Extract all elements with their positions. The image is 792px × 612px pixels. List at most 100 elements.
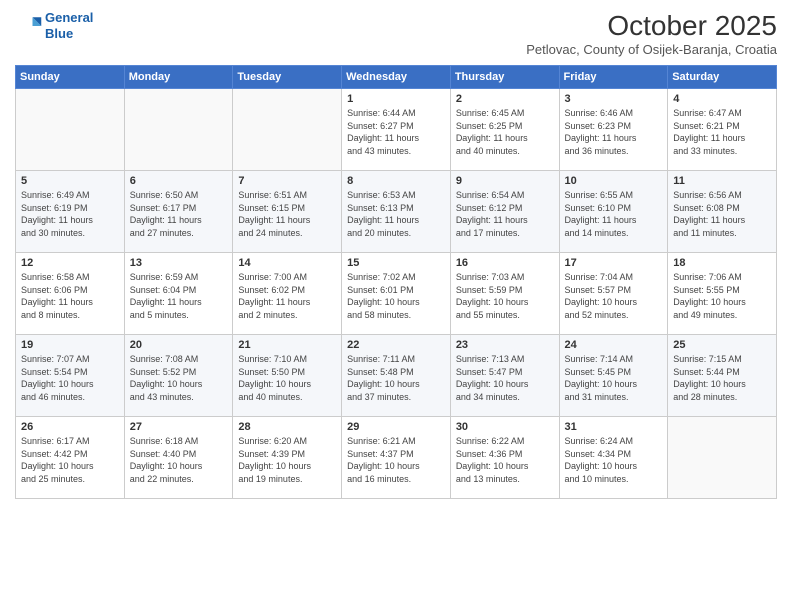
calendar-cell: 16Sunrise: 7:03 AM Sunset: 5:59 PM Dayli… [450, 253, 559, 335]
day-number: 9 [456, 175, 554, 187]
day-info: Sunrise: 7:10 AM Sunset: 5:50 PM Dayligh… [238, 353, 336, 403]
logo-text: General Blue [45, 10, 93, 41]
calendar-cell: 20 Sunrise: 7:08 AM Sunset: 5:52 PM Dayli… [124, 335, 233, 417]
day-info: Sunrise: 6:59 AM Sunset: 6:04 PM Dayligh… [130, 271, 228, 321]
calendar-cell: 21 Sunrise: 7:10 AM Sunset: 5:50 PM Dayli… [233, 335, 342, 417]
calendar-cell: 15Sunrise: 7:02 AM Sunset: 6:01 PM Dayli… [342, 253, 451, 335]
header: General Blue October 2025 Petlovac, Coun… [15, 10, 777, 57]
calendar-cell: 18 Sunrise: 7:06 AM Sunset: 5:55 PM Dayli… [668, 253, 777, 335]
day-number: 7 [238, 175, 336, 187]
day-number: 21 [238, 339, 336, 351]
calendar-cell: 28 Sunrise: 6:20 AM Sunset: 4:39 PM Dayli… [233, 417, 342, 499]
day-number: 6 [130, 175, 228, 187]
day-info: Sunrise: 7:07 AM Sunset: 5:54 PM Dayligh… [21, 353, 119, 403]
day-number: 18 [673, 257, 771, 269]
logo-icon [15, 12, 43, 40]
day-info: Sunrise: 6:17 AM Sunset: 4:42 PM Dayligh… [21, 435, 119, 485]
day-info: Sunrise: 7:15 AM Sunset: 5:44 PM Dayligh… [673, 353, 771, 403]
day-number: 10 [565, 175, 663, 187]
day-info: Sunrise: 6:50 AM Sunset: 6:17 PM Dayligh… [130, 189, 228, 239]
day-info: Sunrise: 6:22 AM Sunset: 4:36 PM Dayligh… [456, 435, 554, 485]
day-info: Sunrise: 6:47 AM Sunset: 6:21 PM Dayligh… [673, 107, 771, 157]
calendar-week-4: 19 Sunrise: 7:07 AM Sunset: 5:54 PM Dayli… [16, 335, 777, 417]
day-info: Sunrise: 7:08 AM Sunset: 5:52 PM Dayligh… [130, 353, 228, 403]
day-number: 20 [130, 339, 228, 351]
day-info: Sunrise: 6:49 AM Sunset: 6:19 PM Dayligh… [21, 189, 119, 239]
day-number: 19 [21, 339, 119, 351]
col-wednesday: Wednesday [342, 66, 451, 89]
calendar-week-3: 12 Sunrise: 6:58 AM Sunset: 6:06 PM Dayli… [16, 253, 777, 335]
calendar-cell: 10 Sunrise: 6:55 AM Sunset: 6:10 PM Dayli… [559, 171, 668, 253]
day-number: 4 [673, 93, 771, 105]
calendar-cell: 31Sunrise: 6:24 AM Sunset: 4:34 PM Dayli… [559, 417, 668, 499]
calendar-cell: 2 Sunrise: 6:45 AM Sunset: 6:25 PM Daylig… [450, 89, 559, 171]
location-subtitle: Petlovac, County of Osijek-Baranja, Croa… [526, 42, 777, 57]
day-info: Sunrise: 6:51 AM Sunset: 6:15 PM Dayligh… [238, 189, 336, 239]
day-info: Sunrise: 7:04 AM Sunset: 5:57 PM Dayligh… [565, 271, 663, 321]
page: General Blue October 2025 Petlovac, Coun… [0, 0, 792, 612]
col-saturday: Saturday [668, 66, 777, 89]
col-monday: Monday [124, 66, 233, 89]
calendar-cell [124, 89, 233, 171]
col-thursday: Thursday [450, 66, 559, 89]
day-number: 29 [347, 421, 445, 433]
day-info: Sunrise: 6:58 AM Sunset: 6:06 PM Dayligh… [21, 271, 119, 321]
calendar-cell: 25 Sunrise: 7:15 AM Sunset: 5:44 PM Dayli… [668, 335, 777, 417]
calendar-cell: 26Sunrise: 6:17 AM Sunset: 4:42 PM Dayli… [16, 417, 125, 499]
day-number: 2 [456, 93, 554, 105]
calendar-week-1: 1 Sunrise: 6:44 AM Sunset: 6:27 PM Daylig… [16, 89, 777, 171]
day-number: 25 [673, 339, 771, 351]
day-number: 22 [347, 339, 445, 351]
day-info: Sunrise: 6:46 AM Sunset: 6:23 PM Dayligh… [565, 107, 663, 157]
day-number: 5 [21, 175, 119, 187]
day-number: 1 [347, 93, 445, 105]
calendar-cell: 23 Sunrise: 7:13 AM Sunset: 5:47 PM Dayli… [450, 335, 559, 417]
day-number: 27 [130, 421, 228, 433]
day-info: Sunrise: 6:55 AM Sunset: 6:10 PM Dayligh… [565, 189, 663, 239]
calendar-cell: 17 Sunrise: 7:04 AM Sunset: 5:57 PM Dayli… [559, 253, 668, 335]
day-info: Sunrise: 6:44 AM Sunset: 6:27 PM Dayligh… [347, 107, 445, 157]
calendar-cell: 14 Sunrise: 7:00 AM Sunset: 6:02 PM Dayli… [233, 253, 342, 335]
day-info: Sunrise: 6:53 AM Sunset: 6:13 PM Dayligh… [347, 189, 445, 239]
calendar-cell: 19 Sunrise: 7:07 AM Sunset: 5:54 PM Dayli… [16, 335, 125, 417]
day-info: Sunrise: 7:14 AM Sunset: 5:45 PM Dayligh… [565, 353, 663, 403]
day-info: Sunrise: 7:00 AM Sunset: 6:02 PM Dayligh… [238, 271, 336, 321]
day-number: 14 [238, 257, 336, 269]
calendar: Sunday Monday Tuesday Wednesday Thursday… [15, 65, 777, 499]
calendar-cell: 12 Sunrise: 6:58 AM Sunset: 6:06 PM Dayli… [16, 253, 125, 335]
day-info: Sunrise: 7:11 AM Sunset: 5:48 PM Dayligh… [347, 353, 445, 403]
col-tuesday: Tuesday [233, 66, 342, 89]
calendar-cell [668, 417, 777, 499]
day-info: Sunrise: 6:45 AM Sunset: 6:25 PM Dayligh… [456, 107, 554, 157]
day-number: 12 [21, 257, 119, 269]
calendar-cell: 13 Sunrise: 6:59 AM Sunset: 6:04 PM Dayli… [124, 253, 233, 335]
calendar-cell [233, 89, 342, 171]
day-number: 23 [456, 339, 554, 351]
day-info: Sunrise: 7:03 AM Sunset: 5:59 PM Dayligh… [456, 271, 554, 321]
calendar-week-2: 5 Sunrise: 6:49 AM Sunset: 6:19 PM Daylig… [16, 171, 777, 253]
calendar-cell: 22 Sunrise: 7:11 AM Sunset: 5:48 PM Dayli… [342, 335, 451, 417]
day-number: 17 [565, 257, 663, 269]
day-number: 13 [130, 257, 228, 269]
day-info: Sunrise: 7:13 AM Sunset: 5:47 PM Dayligh… [456, 353, 554, 403]
day-info: Sunrise: 7:02 AM Sunset: 6:01 PM Dayligh… [347, 271, 445, 321]
day-number: 31 [565, 421, 663, 433]
day-info: Sunrise: 6:56 AM Sunset: 6:08 PM Dayligh… [673, 189, 771, 239]
day-number: 28 [238, 421, 336, 433]
day-number: 24 [565, 339, 663, 351]
calendar-cell: 3Sunrise: 6:46 AM Sunset: 6:23 PM Daylig… [559, 89, 668, 171]
title-block: October 2025 Petlovac, County of Osijek-… [526, 10, 777, 57]
calendar-cell: 27Sunrise: 6:18 AM Sunset: 4:40 PM Dayli… [124, 417, 233, 499]
day-number: 30 [456, 421, 554, 433]
day-info: Sunrise: 6:54 AM Sunset: 6:12 PM Dayligh… [456, 189, 554, 239]
calendar-cell: 30 Sunrise: 6:22 AM Sunset: 4:36 PM Dayli… [450, 417, 559, 499]
day-info: Sunrise: 7:06 AM Sunset: 5:55 PM Dayligh… [673, 271, 771, 321]
calendar-cell: 5 Sunrise: 6:49 AM Sunset: 6:19 PM Daylig… [16, 171, 125, 253]
day-number: 8 [347, 175, 445, 187]
calendar-cell: 4 Sunrise: 6:47 AM Sunset: 6:21 PM Daylig… [668, 89, 777, 171]
calendar-cell: 24 Sunrise: 7:14 AM Sunset: 5:45 PM Dayli… [559, 335, 668, 417]
day-info: Sunrise: 6:20 AM Sunset: 4:39 PM Dayligh… [238, 435, 336, 485]
calendar-cell: 29Sunrise: 6:21 AM Sunset: 4:37 PM Dayli… [342, 417, 451, 499]
calendar-cell: 8 Sunrise: 6:53 AM Sunset: 6:13 PM Daylig… [342, 171, 451, 253]
month-title: October 2025 [526, 10, 777, 42]
